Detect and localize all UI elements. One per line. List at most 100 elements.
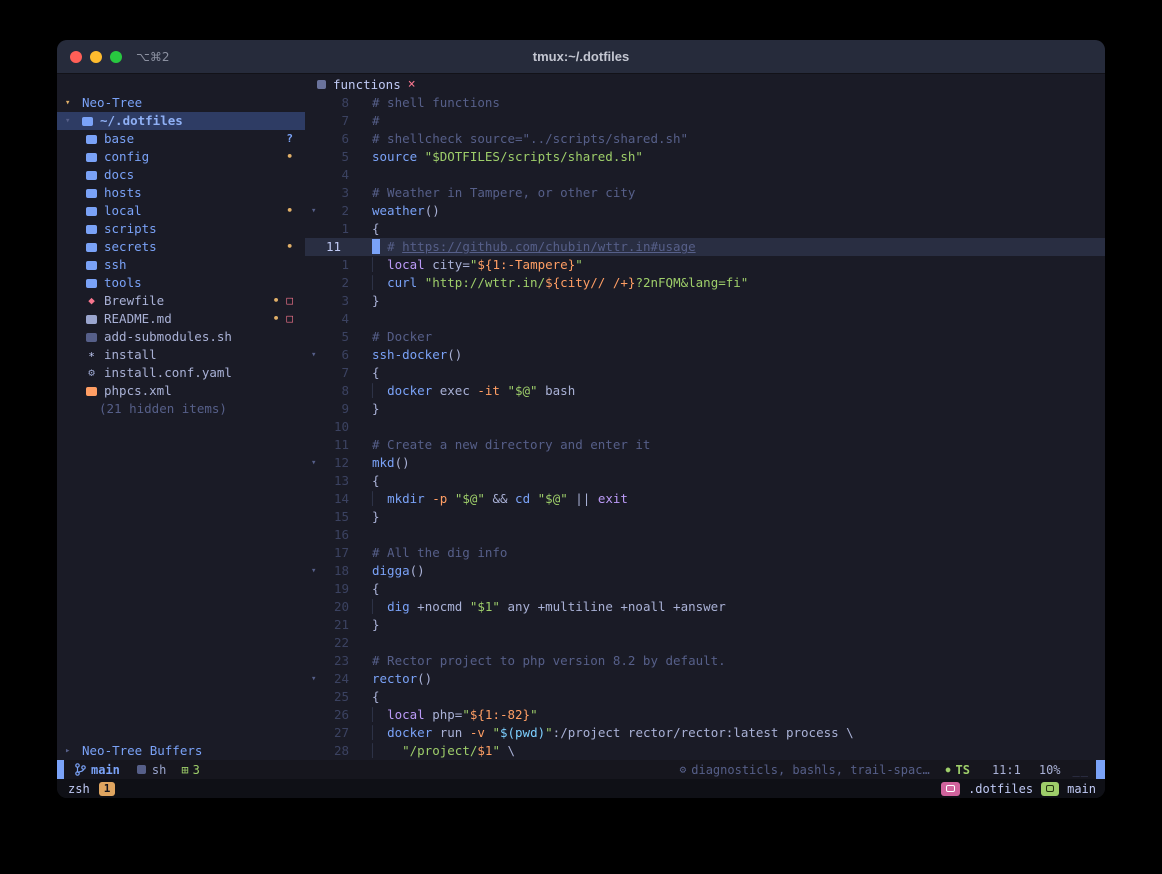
tree-item-phpcs-xml[interactable]: phpcs.xml — [57, 382, 305, 400]
code-line[interactable]: 1▏ local city="${1:-Tampere}" — [305, 256, 1105, 274]
code-line[interactable]: 27▏ docker run -v "$(pwd)":/project rect… — [305, 724, 1105, 742]
code-line[interactable]: 8▏ docker exec -it "$@" bash — [305, 382, 1105, 400]
line-text: ▏ mkdir -p "$@" && cd "$@" || exit — [349, 490, 628, 508]
code-token: ${1:-82} — [470, 707, 530, 722]
code-token: -it — [477, 383, 500, 398]
code-line[interactable]: ▾24rector() — [305, 670, 1105, 688]
line-text: { — [349, 688, 380, 706]
code-line[interactable]: 2▏ curl "http://wttr.in/${city// /+}?2nF… — [305, 274, 1105, 292]
code-line[interactable]: 21} — [305, 616, 1105, 634]
status-icon: • — [286, 238, 293, 256]
code-line[interactable]: ▾12mkd() — [305, 454, 1105, 472]
neotree-buffers-header[interactable]: ▸ Neo-Tree Buffers — [57, 742, 305, 760]
code-line[interactable]: 10 — [305, 418, 1105, 436]
tree-item-add-submodules-sh[interactable]: add-submodules.sh — [57, 328, 305, 346]
code-line[interactable]: 7# — [305, 112, 1105, 130]
code-line[interactable]: 8# shell functions — [305, 94, 1105, 112]
fold-gutter — [311, 598, 325, 616]
code-token: && — [485, 491, 515, 506]
tree-item-scripts[interactable]: scripts — [57, 220, 305, 238]
code-line[interactable]: 22 — [305, 634, 1105, 652]
code-line[interactable]: 25{ — [305, 688, 1105, 706]
code-token: () — [417, 671, 432, 686]
line-number: 27 — [325, 724, 349, 742]
code-line[interactable]: 9} — [305, 400, 1105, 418]
tmux-session-badge — [941, 782, 960, 796]
tree-item-ssh[interactable]: ssh — [57, 256, 305, 274]
scrollbar-indicator[interactable] — [1096, 760, 1105, 779]
line-number: 1 — [325, 220, 349, 238]
code-line[interactable]: 23# Rector project to php version 8.2 by… — [305, 652, 1105, 670]
code-line[interactable]: 4 — [305, 166, 1105, 184]
code-token — [380, 383, 388, 398]
fold-gutter — [311, 310, 325, 328]
code-line[interactable]: ▾18digga() — [305, 562, 1105, 580]
fold-arrow-icon[interactable]: ▾ — [311, 202, 325, 220]
tree-item-brewfile[interactable]: ◆Brewfile•□ — [57, 292, 305, 310]
code-line[interactable]: 6# shellcheck source="../scripts/shared.… — [305, 130, 1105, 148]
code-token: " — [492, 743, 500, 758]
code-line[interactable]: 4 — [305, 310, 1105, 328]
line-text: ▏ "/project/$1" \ — [349, 742, 515, 760]
tree-item-label: secrets — [104, 238, 157, 256]
code-line[interactable]: 16 — [305, 526, 1105, 544]
code-line[interactable]: 11# Create a new directory and enter it — [305, 436, 1105, 454]
code-token: weather — [372, 203, 425, 218]
fold-arrow-icon[interactable]: ▾ — [311, 670, 325, 688]
code-line[interactable]: ▾6ssh-docker() — [305, 346, 1105, 364]
code-line[interactable]: ▾2weather() — [305, 202, 1105, 220]
tree-item-install-conf-yaml[interactable]: ⚙install.conf.yaml — [57, 364, 305, 382]
tree-item-config[interactable]: config• — [57, 148, 305, 166]
code-token: } — [372, 617, 380, 632]
tmux-window-zsh[interactable]: zsh 1 — [68, 782, 115, 796]
tree-item-local[interactable]: local• — [57, 202, 305, 220]
code-line[interactable]: 19{ — [305, 580, 1105, 598]
git-status-badges: • — [286, 202, 293, 220]
line-text: { — [349, 580, 380, 598]
code-line[interactable]: 26▏ local php="${1:-82}" — [305, 706, 1105, 724]
line-text: } — [349, 400, 380, 418]
code-line[interactable]: 3} — [305, 292, 1105, 310]
minimize-window-button[interactable] — [90, 51, 102, 63]
tree-item-install[interactable]: ∗install — [57, 346, 305, 364]
url-link[interactable]: https://github.com/chubin/wttr.in#usage — [402, 239, 696, 254]
fold-arrow-icon[interactable]: ▾ — [311, 454, 325, 472]
code-line[interactable]: 14▏ mkdir -p "$@" && cd "$@" || exit — [305, 490, 1105, 508]
tree-item-secrets[interactable]: secrets • — [57, 238, 305, 256]
code-line[interactable]: 17# All the dig info — [305, 544, 1105, 562]
zoom-window-button[interactable] — [110, 51, 122, 63]
code-area[interactable]: 8# shell functions7#6# shellcheck source… — [305, 94, 1105, 760]
tree-item-readme-md[interactable]: README.md•□ — [57, 310, 305, 328]
code-line[interactable]: 20▏ dig +nocmd "$1" any +multiline +noal… — [305, 598, 1105, 616]
tree-item-base[interactable]: base? — [57, 130, 305, 148]
close-tab-icon[interactable]: × — [408, 77, 416, 92]
close-window-button[interactable] — [70, 51, 82, 63]
code-line[interactable]: 3# Weather in Tampere, or other city — [305, 184, 1105, 202]
neotree-header[interactable]: ▾ Neo-Tree — [57, 94, 305, 112]
fold-gutter — [311, 544, 325, 562]
code-line[interactable]: 5# Docker — [305, 328, 1105, 346]
neotree-root-item[interactable]: ▾ ~/.dotfiles — [57, 112, 305, 130]
code-line[interactable]: 11 # https://github.com/chubin/wttr.in#u… — [305, 238, 1105, 256]
tree-item-docs[interactable]: docs — [57, 166, 305, 184]
code-line[interactable]: 7{ — [305, 364, 1105, 382]
tab-functions[interactable]: functions × — [317, 77, 416, 92]
tree-item-tools[interactable]: tools — [57, 274, 305, 292]
tmux-status-right: .dotfiles main — [941, 782, 1096, 796]
line-number: 5 — [325, 328, 349, 346]
fold-gutter — [311, 148, 325, 166]
fold-gutter — [311, 436, 325, 454]
code-line[interactable]: 15} — [305, 508, 1105, 526]
tree-item-hosts[interactable]: hosts — [57, 184, 305, 202]
git-added-count: ⊞ 3 — [181, 763, 199, 777]
code-line[interactable]: 13{ — [305, 472, 1105, 490]
chevron-right-icon: ▸ — [65, 742, 82, 760]
code-line[interactable]: 1{ — [305, 220, 1105, 238]
code-line[interactable]: 28▏ "/project/$1" \ — [305, 742, 1105, 760]
code-line[interactable]: 5source "$DOTFILES/scripts/shared.sh" — [305, 148, 1105, 166]
filetype-status: sh — [137, 763, 166, 777]
fold-arrow-icon[interactable]: ▾ — [311, 562, 325, 580]
fold-arrow-icon[interactable]: ▾ — [311, 346, 325, 364]
line-text: { — [349, 364, 380, 382]
titlebar[interactable]: ⌥⌘2 tmux:~/.dotfiles — [57, 40, 1105, 74]
